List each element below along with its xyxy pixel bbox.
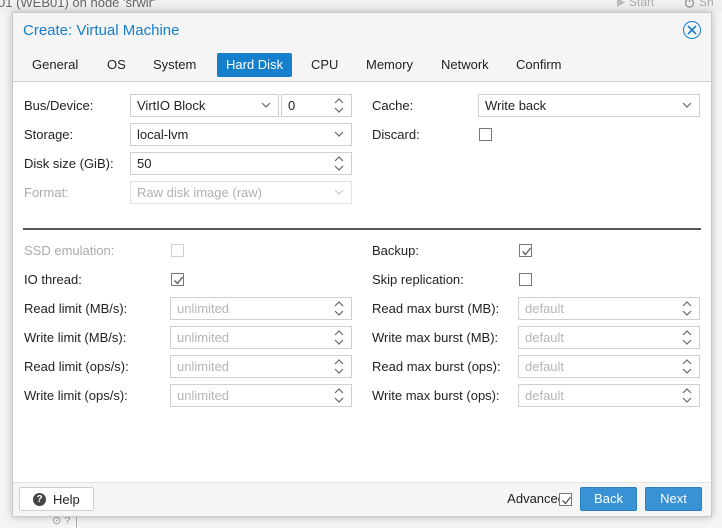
io-thread-checkbox[interactable]: [171, 273, 184, 286]
spinner-icon: [681, 385, 693, 406]
read-limit-ops-input[interactable]: unlimited: [170, 355, 352, 378]
storage-label: Storage:: [24, 127, 74, 142]
ssd-emulation-checkbox: [171, 244, 184, 257]
read-burst-mb-label: Read max burst (MB):: [372, 301, 500, 316]
next-button[interactable]: Next: [645, 487, 702, 511]
advanced-label: Advanced: [507, 491, 565, 506]
dialog-footer: ? Help Advanced Back Next: [13, 482, 711, 516]
tab-confirm[interactable]: Confirm: [507, 53, 571, 77]
read-burst-ops-input[interactable]: default: [518, 355, 700, 378]
skip-replication-checkbox[interactable]: [519, 273, 532, 286]
checkmark-icon: [174, 276, 184, 285]
help-button[interactable]: ? Help: [19, 487, 94, 511]
chevron-down-icon: [333, 124, 345, 145]
spinner-icon: [681, 298, 693, 319]
tab-general[interactable]: General: [23, 53, 87, 77]
play-icon: [617, 0, 625, 7]
spinner-icon: [333, 327, 345, 348]
io-thread-label: IO thread:: [24, 272, 82, 287]
close-icon: [687, 25, 697, 35]
background-toolbar: 01 (WEB01) on node 'srwir' Start Sh: [0, 0, 722, 12]
device-spinner[interactable]: 0: [281, 94, 352, 117]
storage-select[interactable]: local-lvm: [130, 123, 352, 146]
disk-size-label: Disk size (GiB):: [24, 156, 114, 171]
format-select: Raw disk image (raw): [130, 181, 352, 204]
tab-hard-disk[interactable]: Hard Disk: [217, 53, 293, 77]
write-burst-mb-label: Write max burst (MB):: [372, 330, 499, 345]
discard-label: Discard:: [372, 127, 420, 142]
disk-size-spinner[interactable]: 50: [130, 152, 352, 175]
format-label: Format:: [24, 185, 69, 200]
background-start-button: Start: [616, 0, 654, 9]
tab-memory[interactable]: Memory: [357, 53, 422, 77]
spinner-icon: [333, 356, 345, 377]
write-limit-mb-label: Write limit (MB/s):: [24, 330, 127, 345]
spinner-icon: [333, 95, 345, 116]
spinner-icon: [681, 327, 693, 348]
hard-disk-panel: Bus/Device: VirtIO Block 0 Storage: loca…: [13, 82, 711, 482]
bus-select[interactable]: VirtIO Block: [130, 94, 279, 117]
bus-device-label: Bus/Device:: [24, 98, 94, 113]
write-limit-mb-input[interactable]: unlimited: [170, 326, 352, 349]
tab-cpu[interactable]: CPU: [302, 53, 347, 77]
read-burst-ops-label: Read max burst (ops):: [372, 359, 501, 374]
write-burst-mb-input[interactable]: default: [518, 326, 700, 349]
read-limit-mb-label: Read limit (MB/s):: [24, 301, 128, 316]
write-burst-ops-label: Write max burst (ops):: [372, 388, 500, 403]
read-burst-mb-input[interactable]: default: [518, 297, 700, 320]
advanced-checkbox[interactable]: [559, 493, 572, 506]
cache-select[interactable]: Write back: [478, 94, 700, 117]
ssd-emulation-label: SSD emulation:: [24, 243, 115, 258]
discard-checkbox[interactable]: [479, 128, 492, 141]
create-vm-dialog: Create: Virtual Machine General OS Syste…: [12, 12, 712, 517]
spinner-icon: [681, 356, 693, 377]
chevron-down-icon: [260, 95, 272, 116]
background-vm-title: 01 (WEB01) on node 'srwir': [0, 0, 156, 10]
chevron-down-icon: [681, 95, 693, 116]
write-burst-ops-input[interactable]: default: [518, 384, 700, 407]
spinner-icon: [333, 298, 345, 319]
write-limit-ops-label: Write limit (ops/s):: [24, 388, 128, 403]
advanced-separator: [23, 228, 701, 230]
close-button[interactable]: [683, 21, 701, 39]
write-limit-ops-input[interactable]: unlimited: [170, 384, 352, 407]
backup-label: Backup:: [372, 243, 419, 258]
back-button[interactable]: Back: [580, 487, 637, 511]
help-label: Help: [53, 492, 80, 507]
background-shutdown-button: Sh: [684, 0, 714, 9]
checkmark-icon: [562, 496, 572, 505]
chevron-down-icon: [333, 182, 345, 203]
checkmark-icon: [522, 247, 532, 256]
dialog-title: Create: Virtual Machine: [23, 22, 180, 39]
tab-network[interactable]: Network: [432, 53, 498, 77]
tab-os[interactable]: OS: [98, 53, 135, 77]
backup-checkbox[interactable]: [519, 244, 532, 257]
tab-system[interactable]: System: [144, 53, 205, 77]
skip-replication-label: Skip replication:: [372, 272, 464, 287]
spinner-icon: [333, 153, 345, 174]
dialog-header: Create: Virtual Machine: [13, 13, 711, 49]
question-icon: ?: [33, 493, 46, 506]
spinner-icon: [333, 385, 345, 406]
read-limit-ops-label: Read limit (ops/s):: [24, 359, 129, 374]
cache-label: Cache:: [372, 98, 414, 113]
read-limit-mb-input[interactable]: unlimited: [170, 297, 352, 320]
power-icon: [684, 0, 695, 8]
tab-bar: General OS System Hard Disk CPU Memory N…: [13, 49, 711, 81]
